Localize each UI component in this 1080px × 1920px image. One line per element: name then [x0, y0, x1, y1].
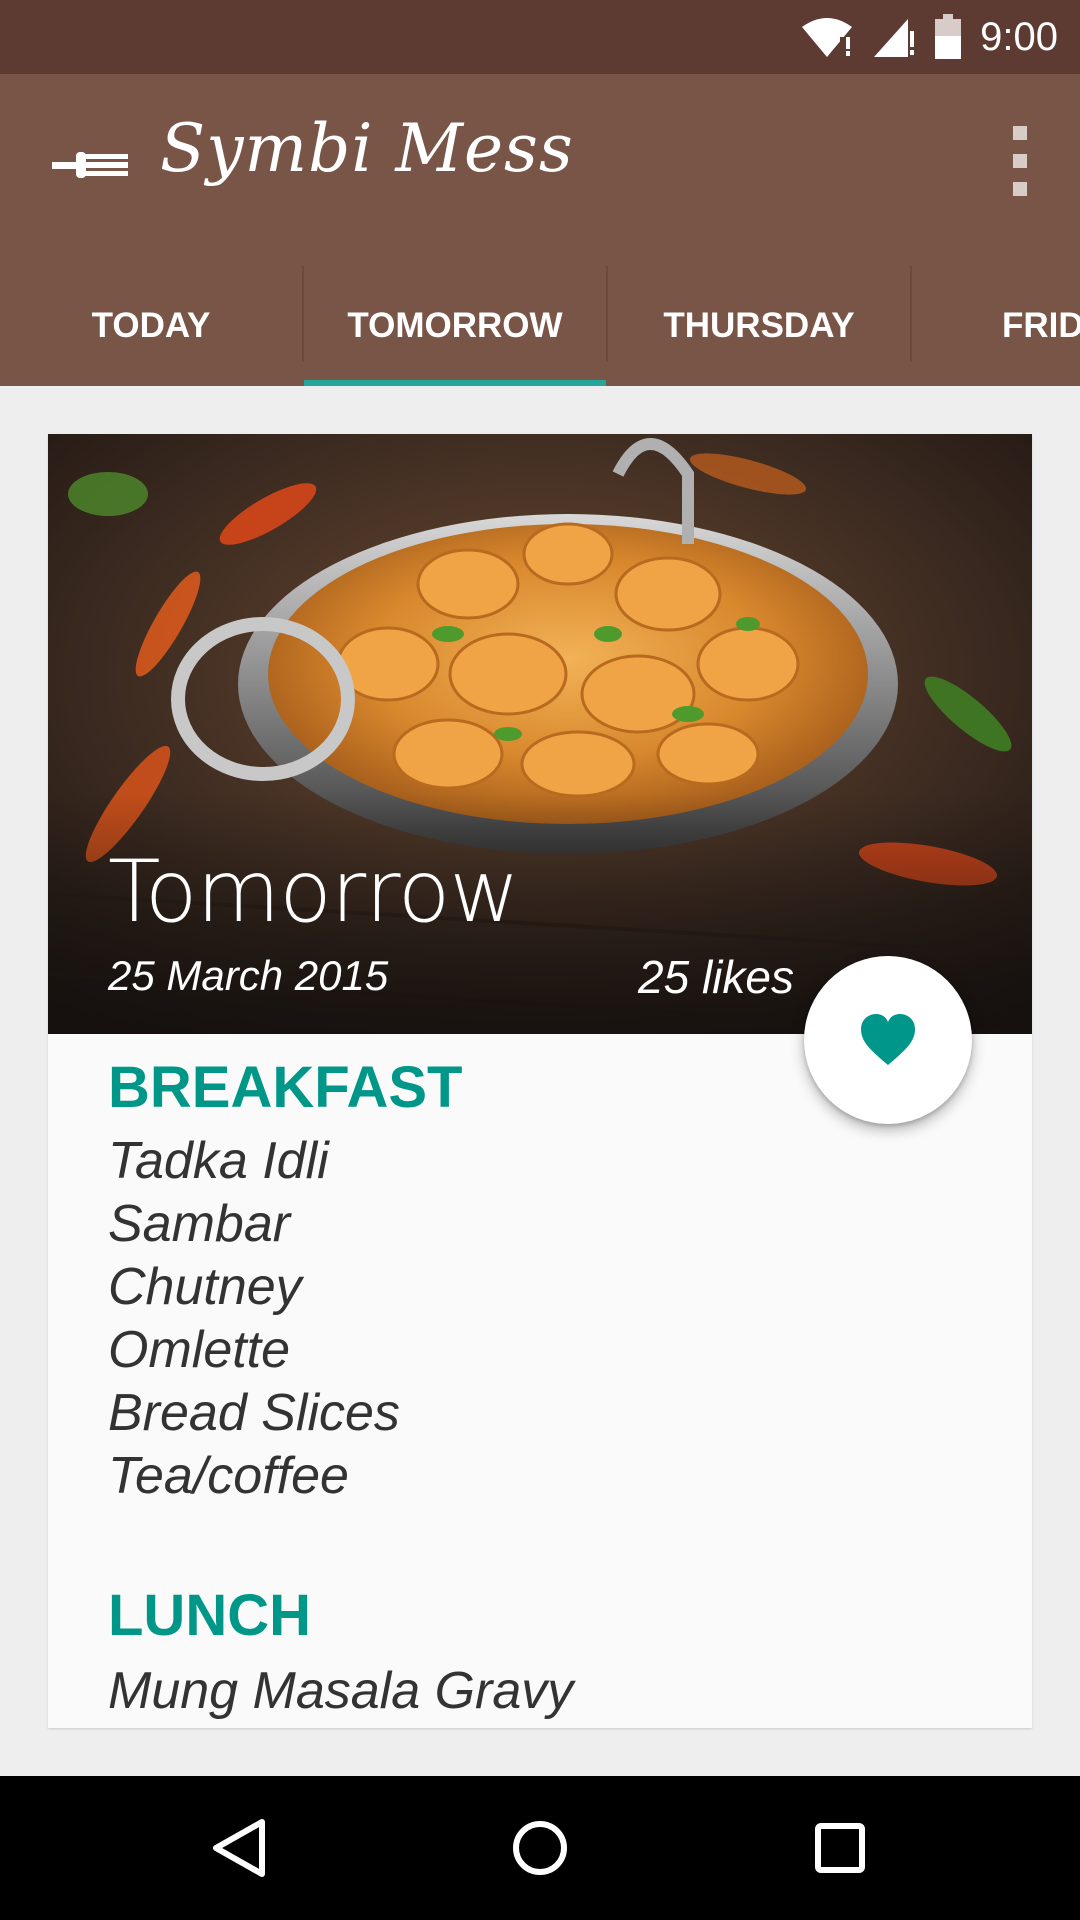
- breakfast-list: Tadka Idli Sambar Chutney Omlette Bread …: [108, 1130, 400, 1508]
- tab-label: TODAY: [91, 306, 211, 345]
- tab-label: FRID: [1002, 306, 1080, 345]
- more-vert-icon[interactable]: [1008, 126, 1032, 210]
- lunch-list: Mung Masala Gravy: [108, 1660, 573, 1723]
- tab-tomorrow[interactable]: TOMORROW: [304, 266, 606, 386]
- status-bar: 9:00: [0, 0, 1080, 74]
- list-item: Omlette: [108, 1321, 291, 1379]
- tab-bar: TODAY TOMORROW THURSDAY FRID: [0, 266, 1080, 386]
- section-title-lunch: LUNCH: [108, 1583, 311, 1648]
- battery-icon: [935, 14, 962, 59]
- system-nav-bar: [0, 1776, 1080, 1920]
- list-item: Tadka Idli: [108, 1132, 329, 1190]
- tab-divider: [606, 266, 608, 362]
- like-button[interactable]: [804, 956, 972, 1124]
- app-title: Symbi Mess: [160, 110, 574, 187]
- tab-thursday[interactable]: THURSDAY: [608, 266, 910, 386]
- tab-divider: [302, 266, 304, 362]
- app-bar: Symbi Mess TODAY TOMORROW THURSDAY FRID: [0, 74, 1080, 386]
- heart-icon: [861, 1014, 915, 1065]
- clock: 9:00: [980, 14, 1058, 59]
- list-item: Chutney: [108, 1258, 302, 1316]
- wifi-alert-icon: [802, 18, 853, 57]
- tab-today[interactable]: TODAY: [0, 266, 302, 386]
- tab-label: THURSDAY: [663, 306, 855, 345]
- signal-alert-icon: [874, 19, 915, 57]
- list-item: Tea/coffee: [108, 1447, 349, 1505]
- section-title-breakfast: BREAKFAST: [108, 1055, 463, 1120]
- list-item: Bread Slices: [108, 1384, 400, 1442]
- tab-label: TOMORROW: [347, 306, 563, 345]
- tab-divider: [910, 266, 912, 362]
- status-icons: 9:00: [800, 0, 1058, 74]
- tab-indicator: [304, 380, 606, 386]
- fork-icon[interactable]: [52, 142, 128, 188]
- date-label: 25 March 2015: [108, 952, 389, 999]
- hero-image: Tomorrow 25 March 2015 25 likes: [48, 434, 1032, 1034]
- tab-friday[interactable]: FRID: [912, 266, 1080, 386]
- day-title: Tomorrow: [108, 842, 520, 942]
- list-item: Mung Masala Gravy: [108, 1662, 574, 1720]
- list-item: Sambar: [108, 1195, 291, 1253]
- recents-icon[interactable]: [804, 1812, 876, 1884]
- home-icon[interactable]: [504, 1812, 576, 1884]
- likes-count: 25 likes: [638, 951, 794, 1003]
- back-icon[interactable]: [204, 1812, 276, 1884]
